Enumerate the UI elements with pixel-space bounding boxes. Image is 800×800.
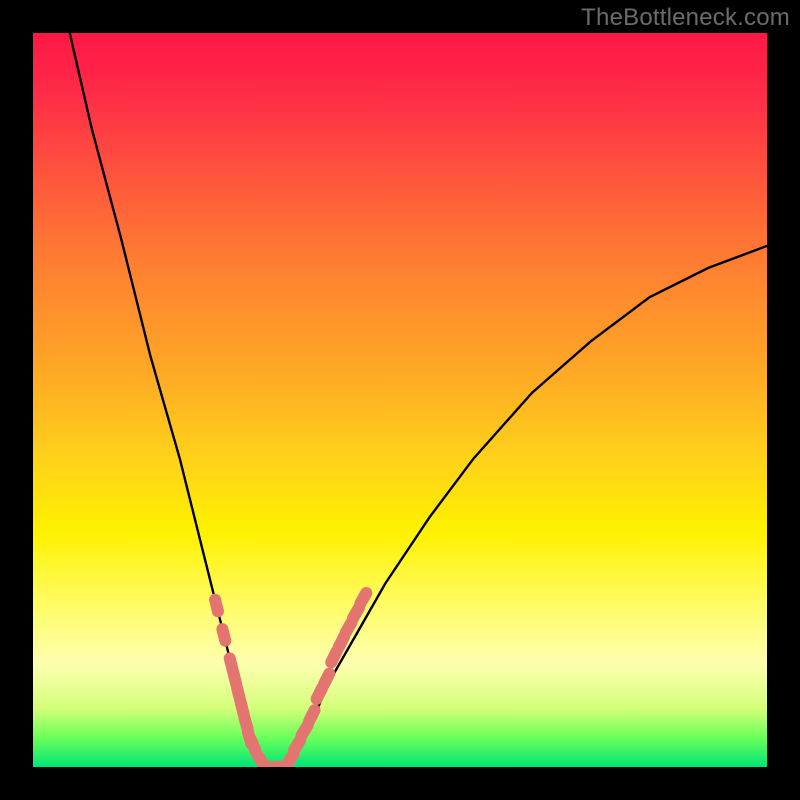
marker-pill bbox=[301, 702, 322, 729]
marker-pill bbox=[249, 746, 272, 767]
marker-pill bbox=[286, 732, 309, 759]
marker-pill bbox=[237, 710, 255, 736]
watermark-text: TheBottleneck.com bbox=[581, 4, 790, 32]
marker-pill bbox=[226, 666, 243, 692]
marker-pill bbox=[230, 681, 247, 707]
marker-pill bbox=[331, 629, 352, 656]
marker-pill bbox=[345, 600, 367, 627]
marker-pill bbox=[222, 651, 239, 677]
marker-pill bbox=[263, 761, 287, 767]
marker-pill bbox=[243, 732, 263, 759]
marker-pill bbox=[254, 756, 281, 767]
marker-pill bbox=[293, 717, 316, 744]
curve-svg bbox=[33, 33, 767, 767]
marker-pill bbox=[278, 746, 301, 767]
marker-pill bbox=[352, 585, 374, 612]
chart-frame: TheBottleneck.com bbox=[0, 0, 800, 800]
marker-pill bbox=[240, 724, 258, 750]
marker-pill bbox=[337, 614, 359, 641]
curve-markers bbox=[208, 585, 375, 767]
marker-pill bbox=[309, 680, 330, 707]
marker-pill bbox=[215, 622, 232, 648]
plot-area bbox=[33, 33, 767, 767]
marker-pill bbox=[323, 643, 344, 670]
bottleneck-curve bbox=[70, 33, 767, 767]
marker-pill bbox=[233, 695, 250, 721]
marker-pill bbox=[316, 665, 337, 692]
marker-pill bbox=[208, 592, 225, 618]
marker-pill bbox=[269, 756, 296, 767]
